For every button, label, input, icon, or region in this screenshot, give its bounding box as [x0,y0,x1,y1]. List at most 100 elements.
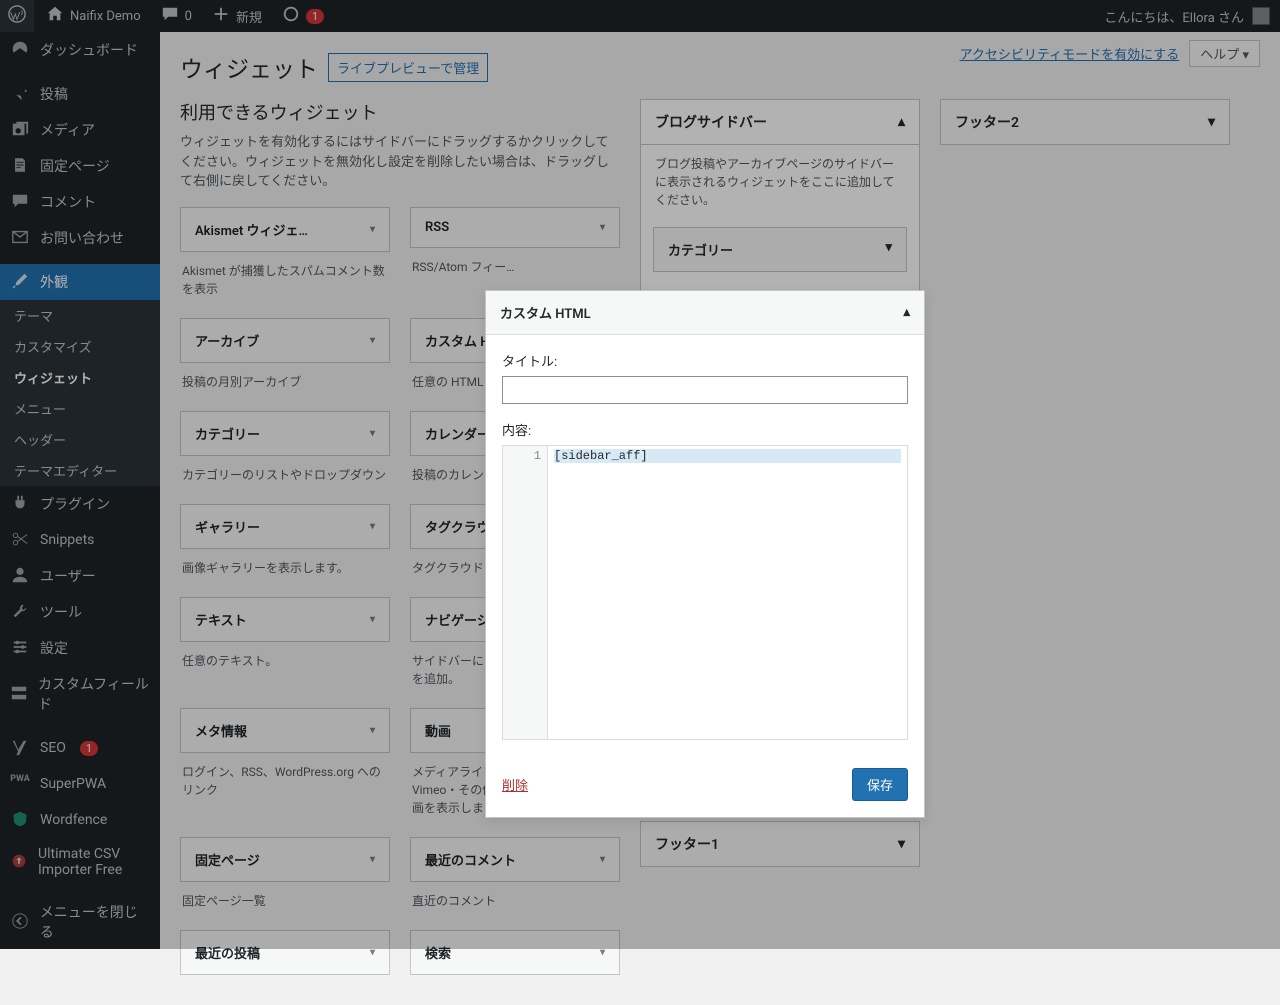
mail-icon [11,228,29,246]
widget-desc: 任意のテキスト。 [180,642,390,670]
submenu-widgets[interactable]: ウィジェット [0,362,160,393]
seo-link[interactable]: 1 [274,0,332,32]
wp-logo[interactable] [0,0,34,32]
site-name-link[interactable]: Naifix Demo [38,0,149,32]
submenu-menus[interactable]: メニュー [0,393,160,424]
widget-title: RSS [425,220,449,235]
menu-label: 設定 [40,638,68,658]
widget-desc: RSS/Atom フィー… [410,248,620,276]
widget-desc: 投稿の月別アーカイブ [180,363,390,391]
chevron-down-icon: ▾ [898,836,905,852]
menu-users[interactable]: ユーザー [0,558,160,594]
save-button[interactable]: 保存 [852,768,908,801]
widget-head[interactable]: メタ情報▾ [180,708,390,753]
available-widget: 最近のコメント▾直近のコメント [410,837,620,910]
live-preview-link[interactable]: ライブプレビューで管理 [328,53,488,82]
menu-label: メニューを閉じる [40,902,150,942]
widget-head[interactable]: 固定ページ▾ [180,837,390,882]
delete-link[interactable]: 削除 [502,775,528,794]
menu-custom-fields[interactable]: カスタムフィールド [0,666,160,722]
csv-icon [10,852,28,870]
menu-plugins[interactable]: プラグイン [0,486,160,522]
widget-title: Akismet ウィジェ… [195,220,308,239]
title-input[interactable] [502,376,908,404]
admin-menu: ダッシュボード 投稿 メディア 固定ページ コメント お問い合わせ 外観 テーマ… [0,32,160,949]
menu-settings[interactable]: 設定 [0,630,160,666]
admin-bar: Naifix Demo 0 新規 1 こんにちは、Ellora さん [0,0,1280,32]
available-widget: アーカイブ▾投稿の月別アーカイブ [180,318,390,391]
widget-title: ギャラリー [195,517,260,536]
widget-head[interactable]: 最近の投稿▾ [180,930,390,975]
page-icon [11,156,29,174]
menu-media[interactable]: メディア [0,112,160,148]
widget-title: アーカイブ [195,331,259,350]
appearance-submenu: テーマ カスタマイズ ウィジェット メニュー ヘッダー テーマエディター [0,300,160,486]
available-widget: カテゴリー▾カテゴリーのリストやドロップダウン [180,411,390,484]
menu-collapse[interactable]: メニューを閉じる [0,894,160,949]
modal-head[interactable]: カスタム HTML ▴ [486,291,924,335]
menu-label: ユーザー [40,566,96,586]
chevron-down-icon: ▾ [370,614,375,625]
widget-title: メタ情報 [195,721,247,740]
user-icon [11,566,29,584]
menu-label: ツール [40,602,82,622]
new-content-link[interactable]: 新規 [204,0,270,32]
area-footer1-head[interactable]: フッター1 ▾ [641,822,919,866]
menu-wordfence[interactable]: Wordfence [0,802,160,838]
widget-head[interactable]: アーカイブ▾ [180,318,390,363]
menu-label: お問い合わせ [40,228,124,248]
submenu-header[interactable]: ヘッダー [0,424,160,455]
menu-appearance[interactable]: 外観 [0,264,160,300]
menu-pages[interactable]: 固定ページ [0,148,160,184]
area-widget-category[interactable]: カテゴリー ▾ [653,227,907,272]
area-footer2-head[interactable]: フッター2 ▾ [941,100,1229,144]
code-text[interactable]: [sidebar_aff] [548,446,907,739]
submenu-editor[interactable]: テーマエディター [0,455,160,486]
menu-snippets[interactable]: Snippets [0,522,160,558]
menu-comments[interactable]: コメント [0,184,160,220]
widget-head[interactable]: 検索▾ [410,930,620,975]
new-label: 新規 [236,7,262,26]
widget-head[interactable]: 最近のコメント▾ [410,837,620,882]
widget-head[interactable]: Akismet ウィジェ…▾ [180,207,390,252]
submenu-themes[interactable]: テーマ [0,300,160,331]
menu-label: ダッシュボード [40,40,138,60]
available-widget: テキスト▾任意のテキスト。 [180,597,390,688]
menu-superpwa[interactable]: PWASuperPWA [0,766,160,802]
area-blog-head[interactable]: ブログサイドバー ▴ [641,100,919,145]
menu-contact[interactable]: お問い合わせ [0,220,160,256]
submenu-customize[interactable]: カスタマイズ [0,331,160,362]
menu-label: Ultimate CSV Importer Free [38,846,150,878]
brush-icon [11,272,29,290]
area-footer1: フッター1 ▾ [640,821,920,867]
slider-icon [11,638,29,656]
widget-desc: 画像ギャラリーを表示します。 [180,549,390,577]
menu-dashboard[interactable]: ダッシュボード [0,32,160,68]
menu-csv-importer[interactable]: Ultimate CSV Importer Free [0,838,160,886]
help-button[interactable]: ヘルプ ▾ [1189,40,1260,67]
comments-link[interactable]: 0 [153,0,200,32]
menu-label: 投稿 [40,84,68,104]
shield-icon [11,810,29,828]
widget-head[interactable]: ギャラリー▾ [180,504,390,549]
seo-bar-icon [282,5,300,23]
widget-desc: 直近のコメント [410,882,620,910]
available-widget: 最近の投稿▾ [180,930,390,975]
code-editor[interactable]: 1 [sidebar_aff] [502,445,908,740]
widget-head[interactable]: テキスト▾ [180,597,390,642]
menu-seo[interactable]: SEO1 [0,730,160,766]
modal-title: カスタム HTML [500,303,591,322]
pwa-icon: PWA [10,774,30,794]
menu-tools[interactable]: ツール [0,594,160,630]
menu-label: コメント [40,192,96,212]
plus-icon [212,5,230,23]
area-title: フッター2 [955,112,1019,132]
avatar[interactable] [1252,7,1270,25]
menu-posts[interactable]: 投稿 [0,76,160,112]
a11y-mode-link[interactable]: アクセシビリティモードを有効にする [960,44,1180,63]
menu-label: プラグイン [40,494,110,514]
plug-icon [11,494,29,512]
widget-head[interactable]: RSS▾ [410,207,620,248]
pin-icon [11,84,29,102]
widget-head[interactable]: カテゴリー▾ [180,411,390,456]
